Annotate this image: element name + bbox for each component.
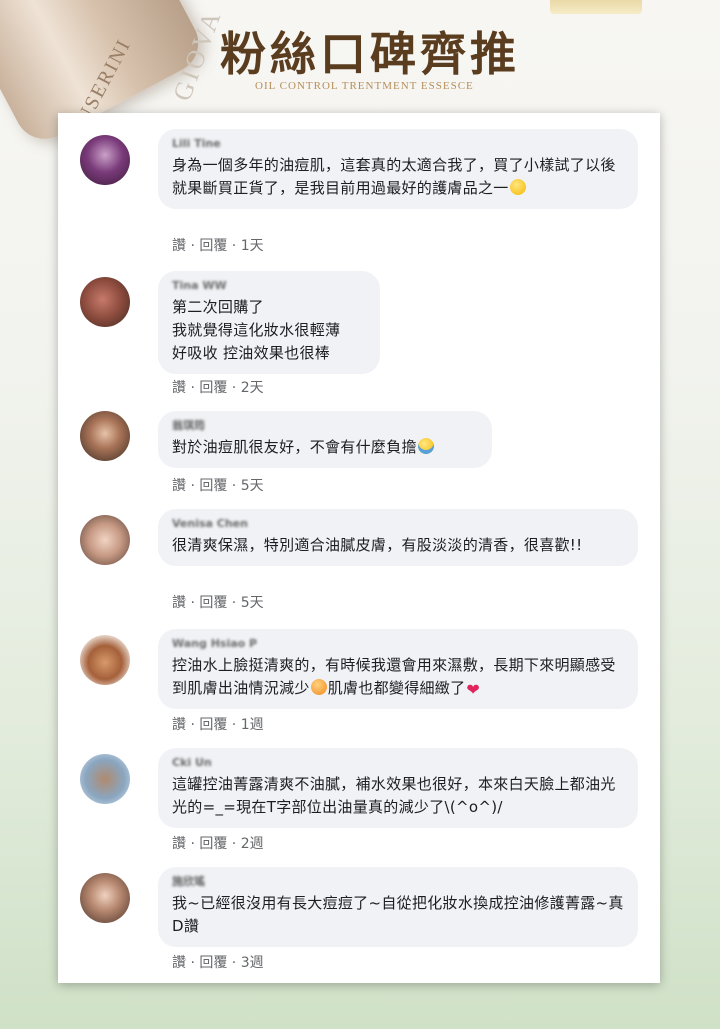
commenter-name[interactable]: 翁琪筠 — [172, 419, 478, 433]
heart-emoji-icon: ❤ — [466, 680, 481, 699]
comment-text: 對於油痘肌很友好，不會有什麼負擔 — [172, 436, 478, 459]
commenter-name[interactable]: Cki Un — [172, 756, 624, 770]
reply-button[interactable]: 回覆 — [199, 238, 227, 254]
commenter-name[interactable]: Venisa Chen — [172, 517, 624, 531]
sunglasses-emoji-icon — [417, 438, 434, 454]
comment-actions: 讚 · 回覆 · 5天 — [172, 478, 264, 494]
commenter-name[interactable]: Tina WW — [172, 279, 366, 293]
gold-decoration — [550, 0, 642, 14]
timestamp[interactable]: 2週 — [241, 836, 264, 852]
comment-bubble: 施欣瑤 我~已經很沒用有長大痘痘了~自從把化妝水換成控油修護菁露~真D讚 — [158, 867, 638, 947]
grin-emoji-icon — [509, 179, 526, 195]
reply-button[interactable]: 回覆 — [199, 478, 227, 494]
comment-text: 我~已經很沒用有長大痘痘了~自從把化妝水換成控油修護菁露~真D讚 — [172, 894, 624, 935]
comment-text: 身為一個多年的油痘肌，這套真的太適合我了，買了小樣試了以後就果斷買正貨了，是我目… — [172, 156, 616, 197]
comment-bubble: Cki Un 這罐控油菁露清爽不油膩，補水效果也很好，本來白天臉上都油光光的=_… — [158, 748, 638, 828]
comment-bubble: Tina WW 第二次回購了 我就覺得這化妝水很輕薄 好吸收 控油效果也很棒 — [158, 271, 380, 374]
like-button[interactable]: 讚 — [172, 380, 186, 396]
comment-actions: 讚 · 回覆 · 2週 — [172, 836, 264, 852]
page-subtitle: OIL CONTROL TRENTMENT ESSESCE — [255, 80, 474, 92]
avatar[interactable] — [80, 135, 130, 185]
comment-line: 第二次回購了 — [172, 298, 264, 316]
comments-card: Lili Tine 身為一個多年的油痘肌，這套真的太適合我了，買了小樣試了以後就… — [58, 113, 660, 983]
like-button[interactable]: 讚 — [172, 717, 186, 733]
like-button[interactable]: 讚 — [172, 836, 186, 852]
comment-text: 這罐控油菁露清爽不油膩，補水效果也很好，本來白天臉上都油光光的=_=現在T字部位… — [172, 775, 616, 816]
comment-text: 第二次回購了 我就覺得這化妝水很輕薄 好吸收 控油效果也很棒 — [172, 296, 366, 365]
avatar[interactable] — [80, 873, 130, 923]
comment-line: 我就覺得這化妝水很輕薄 — [172, 321, 341, 339]
reply-button[interactable]: 回覆 — [199, 717, 227, 733]
comment-text: 控油水上臉挺清爽的，有時候我還會用來濕敷，長期下來明顯感受到肌膚出油情況減少 肌膚… — [172, 656, 616, 699]
comment-bubble: Venisa Chen 很清爽保濕，特別適合油膩皮膚，有股淡淡的清香，很喜歡!! — [158, 509, 638, 566]
smiling-hearts-emoji-icon — [310, 679, 327, 695]
timestamp[interactable]: 3週 — [241, 955, 264, 971]
avatar[interactable] — [80, 754, 130, 804]
timestamp[interactable]: 5天 — [241, 595, 264, 611]
comment-actions: 讚 · 回覆 · 1天 — [172, 238, 264, 254]
reply-button[interactable]: 回覆 — [199, 955, 227, 971]
like-button[interactable]: 讚 — [172, 595, 186, 611]
comment-bubble: Lili Tine 身為一個多年的油痘肌，這套真的太適合我了，買了小樣試了以後就… — [158, 129, 638, 209]
reply-button[interactable]: 回覆 — [199, 836, 227, 852]
avatar[interactable] — [80, 515, 130, 565]
like-button[interactable]: 讚 — [172, 478, 186, 494]
avatar[interactable] — [80, 411, 130, 461]
timestamp[interactable]: 1週 — [241, 717, 264, 733]
reply-button[interactable]: 回覆 — [199, 595, 227, 611]
comment-bubble: Wang Hsiao P 控油水上臉挺清爽的，有時候我還會用來濕敷，長期下來明顯… — [158, 629, 638, 709]
comment-text: 很清爽保濕，特別適合油膩皮膚，有股淡淡的清香，很喜歡!! — [172, 536, 583, 554]
commenter-name[interactable]: Wang Hsiao P — [172, 637, 624, 651]
timestamp[interactable]: 5天 — [241, 478, 264, 494]
commenter-name[interactable]: Lili Tine — [172, 137, 624, 151]
comment-line: 好吸收 控油效果也很棒 — [172, 344, 331, 362]
comment-actions: 讚 · 回覆 · 3週 — [172, 955, 264, 971]
avatar[interactable] — [80, 277, 130, 327]
timestamp[interactable]: 1天 — [241, 238, 264, 254]
timestamp[interactable]: 2天 — [241, 380, 264, 396]
comment-actions: 讚 · 回覆 · 1週 — [172, 717, 264, 733]
like-button[interactable]: 讚 — [172, 955, 186, 971]
comment-actions: 讚 · 回覆 · 5天 — [172, 595, 264, 611]
page-title: 粉絲口碑齊推 — [220, 27, 520, 81]
reply-button[interactable]: 回覆 — [199, 380, 227, 396]
comment-actions: 讚 · 回覆 · 2天 — [172, 380, 264, 396]
like-button[interactable]: 讚 — [172, 238, 186, 254]
commenter-name[interactable]: 施欣瑤 — [172, 875, 624, 889]
avatar[interactable] — [80, 635, 130, 685]
comment-bubble: 翁琪筠 對於油痘肌很友好，不會有什麼負擔 — [158, 411, 492, 468]
